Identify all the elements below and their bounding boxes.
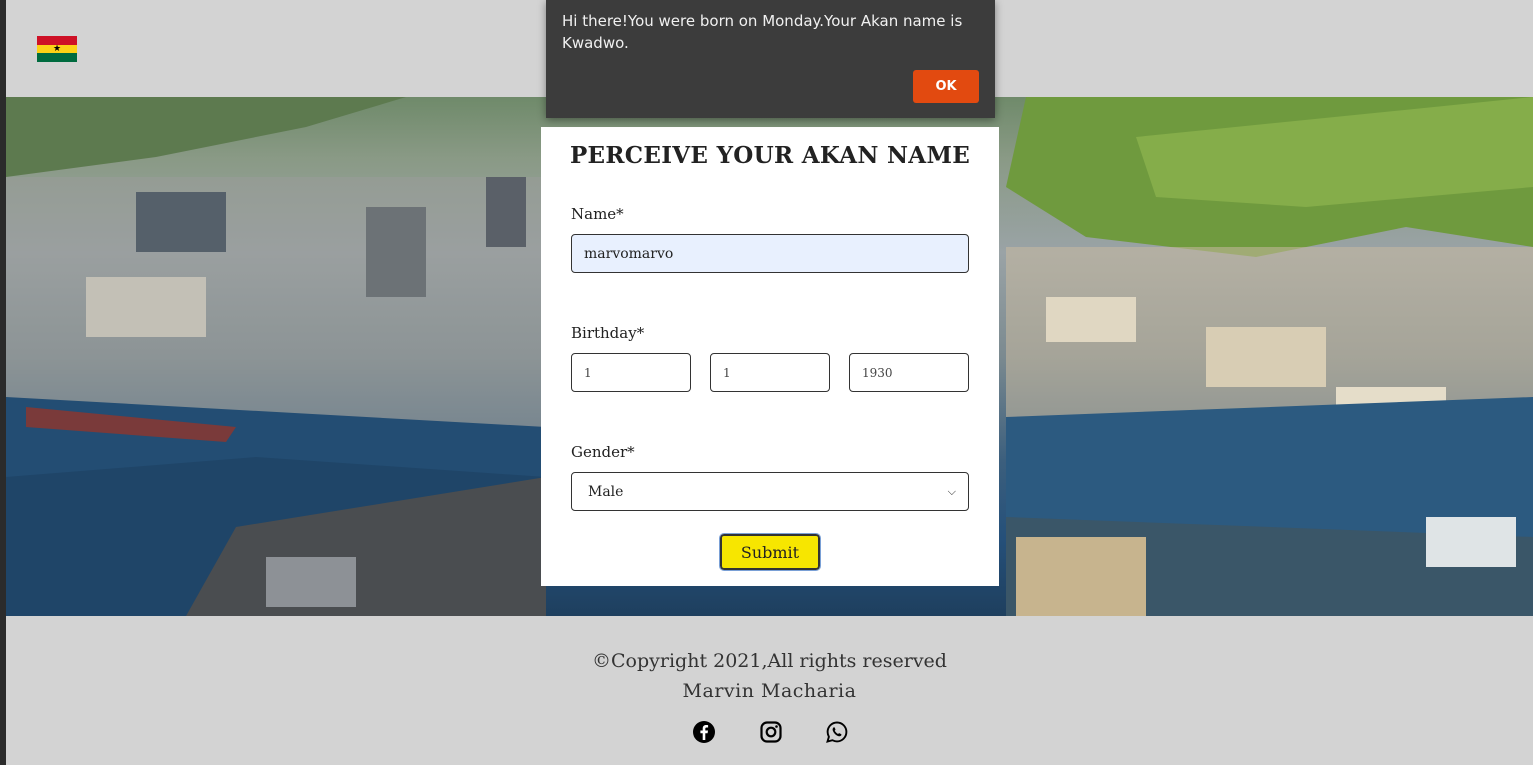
ghana-flag-icon: ★: [37, 36, 77, 62]
alert-message: Hi there!You were born on Monday.Your Ak…: [562, 12, 963, 52]
instagram-icon[interactable]: [759, 720, 783, 744]
form-title: PERCEIVE YOUR AKAN NAME: [569, 142, 971, 169]
alert-ok-button[interactable]: OK: [913, 70, 979, 103]
alert-dialog: Hi there!You were born on Monday.Your Ak…: [546, 0, 995, 118]
copyright-text: ©Copyright 2021,All rights reserved: [592, 650, 947, 672]
name-label: Name*: [571, 205, 624, 223]
facebook-icon[interactable]: [692, 720, 716, 744]
birthday-label: Birthday*: [571, 324, 645, 342]
author-name: Marvin Macharia: [682, 680, 857, 702]
birth-year-input[interactable]: 1930: [849, 353, 969, 392]
name-input[interactable]: marvomarvo: [571, 234, 969, 273]
page-footer: ©Copyright 2021,All rights reserved Marv…: [6, 616, 1533, 765]
gender-label: Gender*: [571, 443, 635, 461]
birth-day-input[interactable]: 1: [571, 353, 691, 392]
chevron-down-icon: ⌵: [947, 484, 956, 498]
birth-month-input[interactable]: 1: [710, 353, 830, 392]
gender-select[interactable]: Male ⌵: [571, 472, 969, 511]
submit-button[interactable]: Submit: [719, 533, 821, 571]
gender-selected-value: Male: [588, 483, 624, 500]
whatsapp-icon[interactable]: [825, 720, 849, 744]
